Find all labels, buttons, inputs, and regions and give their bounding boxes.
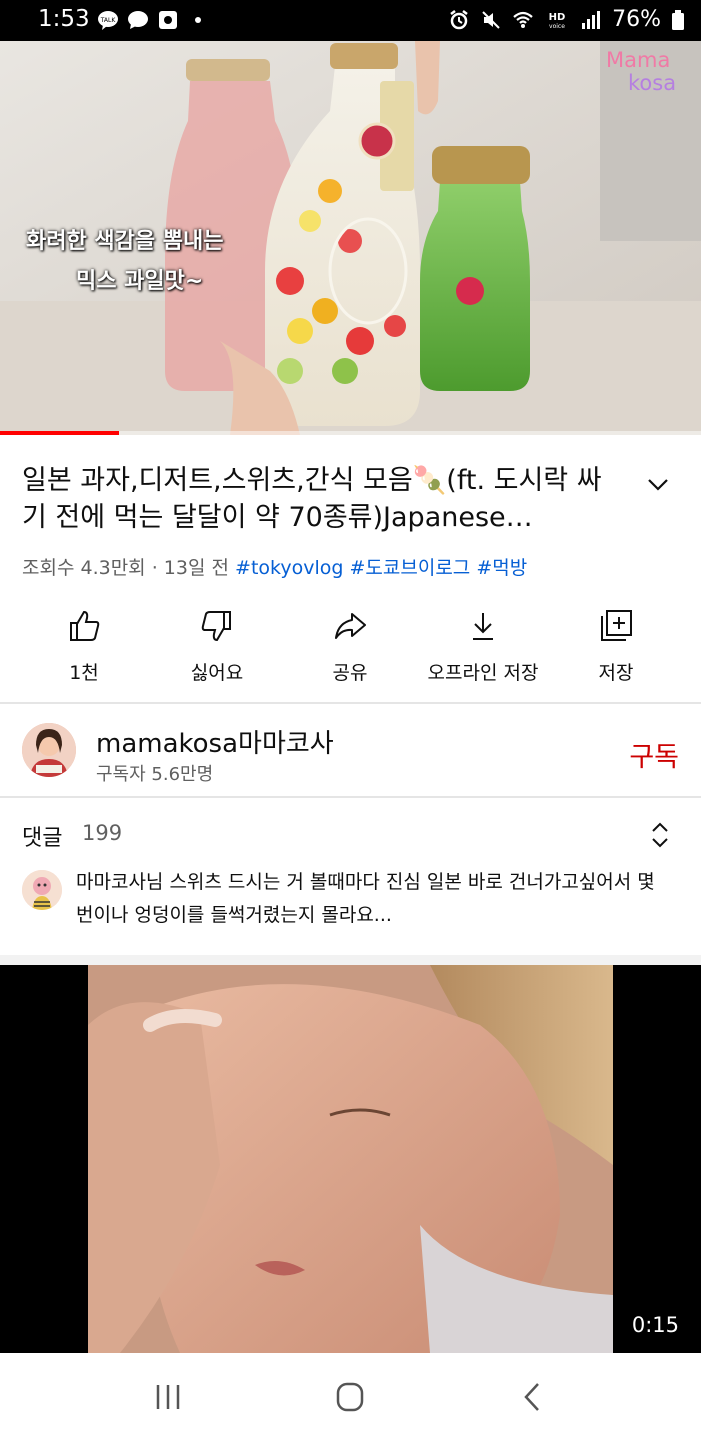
dot-icon [195, 17, 201, 23]
like-button[interactable]: 1천 [14, 600, 154, 685]
hd-voice-icon: HDvoice [549, 12, 566, 30]
svg-text:TALK: TALK [100, 17, 117, 24]
alarm-icon [450, 9, 468, 29]
recent-apps-icon[interactable] [148, 1381, 188, 1413]
status-time: 1:53 [38, 6, 90, 32]
save-playlist-icon [601, 610, 632, 641]
thumbs-down-icon [201, 611, 231, 642]
upload-age: 13일 전 [163, 557, 229, 579]
save-label: 저장 [598, 662, 634, 684]
system-nav-bar [0, 1353, 701, 1440]
download-label: 오프라인 저장 [427, 662, 539, 684]
share-icon [335, 613, 366, 639]
chevron-down-icon[interactable] [644, 470, 672, 498]
section-separator [0, 955, 701, 965]
talk-icon: TALK [98, 11, 118, 30]
share-button[interactable]: 공유 [280, 600, 420, 685]
video-title[interactable]: 일본 과자,디저트,스위츠,간식 모음🍡(ft. 도시락 싸기 전에 먹는 달달… [22, 462, 602, 536]
app-icon [159, 11, 177, 29]
hashtag[interactable]: #먹방 [476, 557, 527, 579]
video-player[interactable]: 화려한 색감을 뽐내는 믹스 과일맛~ Mama kosa [0, 41, 701, 435]
expand-collapse-icon[interactable] [646, 820, 674, 850]
divider [0, 702, 701, 704]
comments-heading: 댓글 [22, 826, 63, 851]
channel-name[interactable]: mamakosa마마코사 [96, 723, 334, 760]
subscribe-button[interactable]: 구독 [629, 735, 679, 774]
video-overlay-caption-2: 믹스 과일맛~ [76, 269, 204, 294]
hashtag[interactable]: #tokyovlog [235, 557, 343, 579]
dislike-label: 싫어요 [190, 662, 244, 684]
watermark-mama: Mama [606, 48, 671, 72]
watermark-kosa: kosa [628, 71, 677, 95]
battery-icon [672, 9, 684, 30]
svg-text:voice: voice [549, 23, 565, 30]
ad-video-frame [0, 965, 701, 1353]
wifi-icon [513, 11, 533, 28]
share-label: 공유 [332, 662, 368, 684]
comments-section[interactable]: 댓글 199 마마코사님 스위츠 드시는 거 볼때마다 진심 일본 바로 건너가… [0, 800, 701, 955]
divider [0, 796, 701, 798]
save-button[interactable]: 저장 [546, 600, 686, 685]
chat-bubble-icon [128, 11, 148, 29]
thumbs-up-icon [70, 610, 100, 641]
svg-text:HD: HD [549, 12, 566, 23]
ad-video[interactable]: 0:15 [0, 965, 701, 1353]
progress-bar[interactable] [0, 431, 701, 435]
hashtag[interactable]: #도쿄브이로그 [349, 557, 470, 579]
dislike-button[interactable]: 싫어요 [147, 600, 287, 685]
commenter-avatar [22, 870, 62, 910]
channel-row[interactable]: mamakosa마마코사 구독자 5.6만명 구독 [0, 705, 701, 795]
mute-icon [482, 10, 500, 29]
signal-icon [582, 10, 601, 29]
video-overlay-caption-1: 화려한 색감을 뽐내는 [26, 229, 224, 254]
progress-fill [0, 431, 120, 435]
view-count: 조회수 4.3만회 [22, 557, 146, 579]
home-icon[interactable] [330, 1381, 370, 1413]
channel-avatar[interactable] [22, 723, 76, 777]
comment-count: 199 [82, 821, 123, 845]
top-comment-text: 마마코사님 스위츠 드시는 거 볼때마다 진심 일본 바로 건너가고싶어서 몇 … [76, 871, 655, 926]
download-button[interactable]: 오프라인 저장 [413, 600, 553, 685]
download-icon [473, 613, 493, 640]
status-bar: 1:53 TALK HD voice 76% [0, 0, 701, 41]
subscriber-count: 구독자 5.6만명 [96, 764, 214, 785]
battery-percent: 76% [612, 7, 661, 32]
action-bar: 1천 싫어요 공유 오프라인 저장 저장 [0, 600, 701, 700]
video-meta: 조회수 4.3만회 · 13일 전 #tokyovlog #도쿄브이로그 #먹방 [22, 557, 528, 579]
like-count: 1천 [69, 662, 99, 684]
back-icon[interactable] [512, 1381, 552, 1413]
ad-duration: 0:15 [631, 1313, 679, 1337]
